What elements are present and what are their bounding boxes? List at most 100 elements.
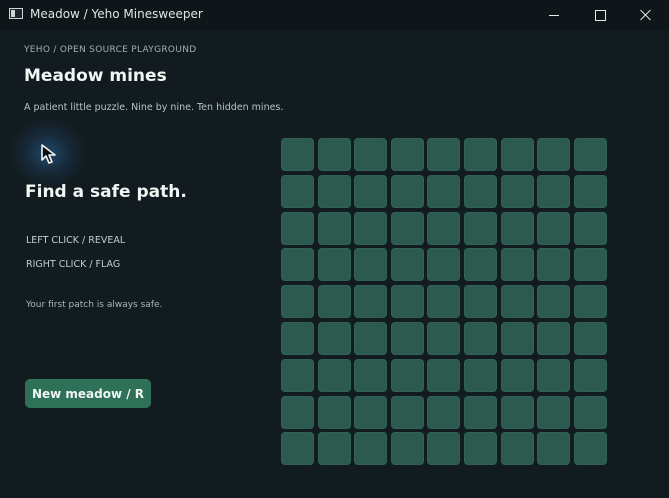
- board-cell[interactable]: [427, 395, 461, 429]
- board-cell[interactable]: [390, 321, 424, 355]
- board-cell[interactable]: [463, 432, 497, 466]
- board-cell[interactable]: [354, 138, 388, 171]
- safe-start-note: Your first patch is always safe.: [26, 300, 163, 310]
- board-cell[interactable]: [463, 211, 497, 245]
- board-cell[interactable]: [390, 211, 424, 245]
- board-cell[interactable]: [427, 138, 461, 171]
- board-cell[interactable]: [317, 321, 351, 355]
- board-cell[interactable]: [573, 138, 607, 171]
- board-cell[interactable]: [317, 174, 351, 208]
- new-game-button[interactable]: New meadow / R: [25, 379, 151, 408]
- board-cell[interactable]: [317, 138, 351, 171]
- board-cell[interactable]: [281, 174, 314, 208]
- board-cell[interactable]: [281, 321, 314, 355]
- board-cell[interactable]: [281, 358, 314, 392]
- board-cell[interactable]: [354, 321, 388, 355]
- board-cell[interactable]: [354, 211, 388, 245]
- board-cell[interactable]: [427, 285, 461, 319]
- minimize-icon: [549, 14, 559, 16]
- board-cell[interactable]: [281, 211, 314, 245]
- board-cell[interactable]: [500, 321, 534, 355]
- title-bar: Meadow / Yeho Minesweeper: [0, 0, 669, 30]
- board-cell[interactable]: [317, 285, 351, 319]
- board-cell[interactable]: [537, 432, 571, 466]
- maximize-button[interactable]: [577, 0, 623, 30]
- board-cell[interactable]: [281, 248, 314, 282]
- board-cell[interactable]: [500, 211, 534, 245]
- board-cell[interactable]: [281, 432, 314, 466]
- board-cell[interactable]: [463, 138, 497, 171]
- board-cell[interactable]: [427, 211, 461, 245]
- board-cell[interactable]: [427, 321, 461, 355]
- status-message: Find a safe path.: [25, 182, 187, 202]
- board-cell[interactable]: [500, 248, 534, 282]
- board-cell[interactable]: [573, 174, 607, 208]
- board-cell[interactable]: [317, 432, 351, 466]
- close-button[interactable]: [623, 0, 669, 30]
- board-cell[interactable]: [463, 358, 497, 392]
- close-icon: [640, 9, 652, 21]
- board-cell[interactable]: [317, 395, 351, 429]
- board-cell[interactable]: [537, 138, 571, 171]
- board-cell[interactable]: [573, 248, 607, 282]
- board-cell[interactable]: [463, 174, 497, 208]
- game-title: Meadow mines: [24, 66, 167, 86]
- board-cell[interactable]: [390, 395, 424, 429]
- board-cell[interactable]: [390, 174, 424, 208]
- board-cell[interactable]: [500, 285, 534, 319]
- board-cell[interactable]: [537, 358, 571, 392]
- board-cell[interactable]: [500, 138, 534, 171]
- app-window-icon: [9, 8, 23, 19]
- board-cell[interactable]: [354, 395, 388, 429]
- board-cell[interactable]: [317, 211, 351, 245]
- board-cell[interactable]: [537, 248, 571, 282]
- board-cell[interactable]: [427, 432, 461, 466]
- board-cell[interactable]: [573, 321, 607, 355]
- arrow-cursor-icon: [41, 144, 56, 164]
- board-cell[interactable]: [573, 395, 607, 429]
- eyebrow-label: YEHO / OPEN SOURCE PLAYGROUND: [24, 45, 197, 55]
- minefield-board: [281, 138, 607, 466]
- board-cell[interactable]: [537, 321, 571, 355]
- board-cell[interactable]: [463, 285, 497, 319]
- board-cell[interactable]: [354, 432, 388, 466]
- board-cell[interactable]: [317, 358, 351, 392]
- board-cell[interactable]: [354, 285, 388, 319]
- board-cell[interactable]: [281, 138, 314, 171]
- board-cell[interactable]: [390, 138, 424, 171]
- board-cell[interactable]: [390, 432, 424, 466]
- help-reveal: LEFT CLICK / REVEAL: [26, 235, 126, 246]
- board-cell[interactable]: [281, 395, 314, 429]
- board-cell[interactable]: [427, 358, 461, 392]
- board-cell[interactable]: [354, 248, 388, 282]
- board-cell[interactable]: [390, 285, 424, 319]
- board-cell[interactable]: [573, 285, 607, 319]
- game-subtitle: A patient little puzzle. Nine by nine. T…: [24, 102, 284, 113]
- board-cell[interactable]: [463, 248, 497, 282]
- minimize-button[interactable]: [531, 0, 577, 30]
- board-cell[interactable]: [500, 174, 534, 208]
- board-cell[interactable]: [500, 358, 534, 392]
- board-cell[interactable]: [427, 174, 461, 208]
- board-cell[interactable]: [427, 248, 461, 282]
- board-cell[interactable]: [573, 432, 607, 466]
- help-flag: RIGHT CLICK / FLAG: [26, 259, 121, 270]
- board-cell[interactable]: [354, 358, 388, 392]
- board-cell[interactable]: [354, 174, 388, 208]
- board-cell[interactable]: [537, 174, 571, 208]
- board-cell[interactable]: [537, 211, 571, 245]
- board-cell[interactable]: [463, 395, 497, 429]
- board-cell[interactable]: [390, 248, 424, 282]
- board-cell[interactable]: [537, 285, 571, 319]
- window-title: Meadow / Yeho Minesweeper: [30, 7, 203, 21]
- board-cell[interactable]: [463, 321, 497, 355]
- board-cell[interactable]: [573, 358, 607, 392]
- board-cell[interactable]: [500, 432, 534, 466]
- board-cell[interactable]: [500, 395, 534, 429]
- board-cell[interactable]: [281, 285, 314, 319]
- board-cell[interactable]: [573, 211, 607, 245]
- board-cell[interactable]: [317, 248, 351, 282]
- board-cell[interactable]: [537, 395, 571, 429]
- board-cell[interactable]: [390, 358, 424, 392]
- maximize-icon: [594, 9, 606, 21]
